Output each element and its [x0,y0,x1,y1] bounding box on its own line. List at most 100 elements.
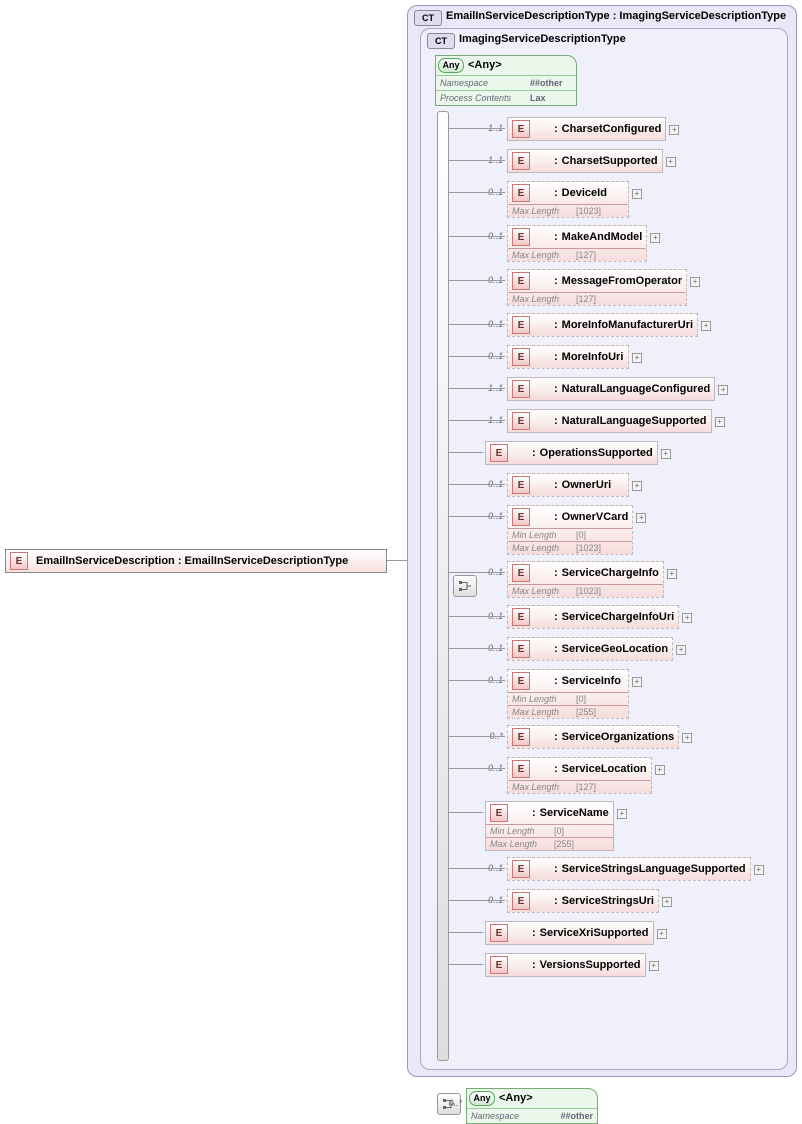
connector [449,324,505,325]
expand-icon[interactable]: + [667,569,677,579]
ref-element[interactable]: E:OwnerUri [507,473,629,497]
ref-element[interactable]: E:OwnerVCardMin Length[0]Max Length[1023… [507,505,633,555]
expand-icon[interactable]: + [754,865,764,875]
colon: : [532,959,536,971]
expand-icon[interactable]: + [632,353,642,363]
ref-element[interactable]: E:OperationsSupported [485,441,658,465]
any-wildcard-top[interactable]: Any<Any> Namespace##otherProcess Content… [435,55,577,106]
expand-icon[interactable]: + [715,417,725,427]
element-badge-icon: E [512,728,530,746]
ref-element[interactable]: E: VersionsSupported [485,953,646,977]
colon: : [554,123,558,135]
ref-element[interactable]: E:ServiceStringsLanguageSupported [507,857,751,881]
ref-element[interactable]: E:ServiceXriSupported [485,921,654,945]
connector [449,900,505,901]
ref-element[interactable]: E:ServiceOrganizations [507,725,679,749]
connector [449,388,505,389]
ref-element-row: 0..1E:OwnerUri+ [477,473,642,497]
ref-element[interactable]: E:ServiceStringsUri [507,889,659,913]
ref-element-row: 0..1E:ServiceStringsUri+ [477,889,672,913]
root-element[interactable]: E EmailInServiceDescription : EmailInSer… [5,549,387,573]
meta-key: Max Length [512,782,566,792]
expand-icon[interactable]: + [682,613,692,623]
ref-element[interactable]: E:CharsetSupported [507,149,663,173]
element-badge-icon: E [490,956,508,974]
expand-icon[interactable]: + [632,677,642,687]
ref-name: ServiceOrganizations [562,731,675,743]
ref-element[interactable]: E:ServiceNameMin Length[0]Max Length[255… [485,801,614,851]
ref-element[interactable]: E:MessageFromOperatorMax Length[127] [507,269,687,306]
ref-element[interactable]: E:NaturalLanguageConfigured [507,377,715,401]
any-badge-icon: Any [438,58,464,73]
any-wildcard-bottom-wrap: 0..* Any<Any> Namespace##other [466,1088,598,1124]
expand-icon[interactable]: + [632,189,642,199]
expand-icon[interactable]: + [690,277,700,287]
element-badge-icon: E [512,272,530,290]
ref-name: MakeAndModel [562,231,643,243]
ref-element-row: 0..1E:ServiceStringsLanguageSupported+ [477,857,764,881]
connector [449,128,505,129]
expand-icon[interactable]: + [657,929,667,939]
colon: : [554,763,558,775]
ref-element[interactable]: E:ServiceLocationMax Length[127] [507,757,652,794]
ref-element[interactable]: E:MoreInfoManufacturerUri [507,313,698,337]
expand-icon[interactable]: + [718,385,728,395]
meta-key: Max Length [512,707,566,717]
ref-element-row: E:OperationsSupported+ [455,441,671,465]
ref-element[interactable]: E:MakeAndModelMax Length[127] [507,225,647,262]
ref-element-row: 1..1E:CharsetSupported+ [477,149,676,173]
expand-icon[interactable]: + [649,961,659,971]
expand-icon[interactable]: + [669,125,679,135]
sequence-compositor-icon[interactable] [453,575,477,597]
diagram-canvas: { "root": {"e":"E","label":"EmailInServi… [0,0,802,1114]
element-badge-icon: E [512,120,530,138]
element-badge-icon: E [512,760,530,778]
ref-element[interactable]: E:NaturalLanguageSupported [507,409,712,433]
ref-name: ServiceStringsUri [562,895,654,907]
ref-element-row: 0..1E:MoreInfoManufacturerUri+ [477,313,711,337]
meta-value: Lax [530,93,546,103]
ref-name: CharsetSupported [562,155,658,167]
ref-name: ServiceLocation [562,763,647,775]
expand-icon[interactable]: + [701,321,711,331]
expand-icon[interactable]: + [666,157,676,167]
ref-element[interactable]: E:ServiceInfoMin Length[0]Max Length[255… [507,669,629,719]
ref-element-row: E:ServiceXriSupported+ [455,921,667,945]
expand-icon[interactable]: + [682,733,692,743]
ref-element[interactable]: E:ServiceChargeInfoUri [507,605,679,629]
ref-name: ServiceStringsLanguageSupported [562,863,746,875]
ref-element-row: 0..*E:ServiceOrganizations+ [477,725,692,749]
ref-element[interactable]: E:CharsetConfigured [507,117,666,141]
ref-element[interactable]: E:ServiceChargeInfoMax Length[1023] [507,561,664,598]
expand-icon[interactable]: + [662,897,672,907]
ref-name: NaturalLanguageConfigured [562,383,711,395]
expand-icon[interactable]: + [650,233,660,243]
ref-element-row: 0..1E:ServiceChargeInfoUri+ [477,605,692,629]
expand-icon[interactable]: + [676,645,686,655]
element-badge-icon: E [512,564,530,582]
meta-key: Max Length [512,250,566,260]
meta-value: [1023] [576,543,601,553]
expand-icon[interactable]: + [661,449,671,459]
expand-icon[interactable]: + [617,809,627,819]
connector [449,356,505,357]
colon: : [554,155,558,167]
connector [449,648,505,649]
expand-icon[interactable]: + [655,765,665,775]
ct-badge-icon: CT [414,10,442,26]
cardinality: 0..* [436,1098,462,1108]
expand-icon[interactable]: + [632,481,642,491]
ref-element[interactable]: E:DeviceIdMax Length[1023] [507,181,629,218]
ref-element-row: 1..1E:NaturalLanguageSupported+ [477,409,725,433]
expand-icon[interactable]: + [636,513,646,523]
ref-element[interactable]: E:ServiceGeoLocation [507,637,673,661]
ref-element[interactable]: E:MoreInfoUri [507,345,629,369]
any-wildcard-bottom[interactable]: Any<Any> Namespace##other [466,1088,598,1124]
colon: : [532,927,536,939]
meta-key: Namespace [440,78,516,88]
ref-name: VersionsSupported [540,959,641,971]
colon: : [554,643,558,655]
meta-value: [0] [576,530,586,540]
colon: : [532,807,536,819]
element-badge-icon: E [512,228,530,246]
